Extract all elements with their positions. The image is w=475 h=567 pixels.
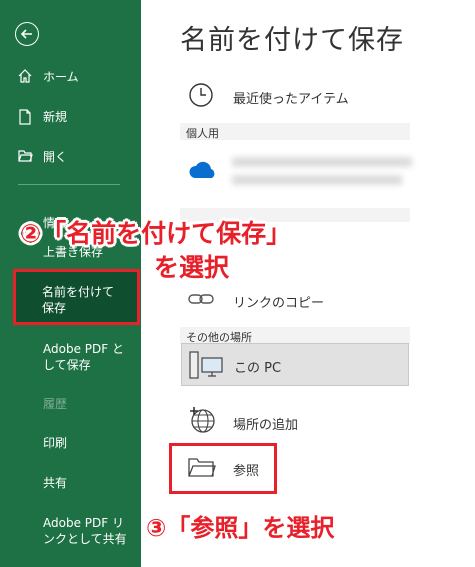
sidebar-divider	[18, 184, 120, 185]
location-onedrive[interactable]	[180, 155, 412, 190]
annotation-step2-line2: を選択	[154, 253, 230, 282]
sidebar-item-label: 開く	[43, 150, 68, 164]
location-label: この PC	[234, 361, 282, 376]
sidebar-item-label: 履歴	[43, 397, 68, 411]
clock-icon	[188, 82, 214, 112]
location-this-pc[interactable]: この PC	[181, 343, 409, 386]
computer-icon	[189, 350, 225, 384]
globe-add-icon	[188, 406, 216, 438]
annotation-step2-line1: ②「名前を付けて保存」	[20, 219, 292, 248]
home-icon	[18, 69, 32, 86]
open-folder-icon	[18, 149, 33, 166]
back-arrow-icon[interactable]	[15, 22, 39, 46]
annotation-step3: ③「参照」を選択	[146, 514, 335, 542]
location-label: 場所の追加	[233, 418, 299, 433]
section-header-personal: 個人用	[180, 123, 410, 140]
blurred-account-email	[232, 175, 402, 185]
sidebar-item-label: Adobe PDF リンクとして共有	[43, 516, 127, 546]
onedrive-cloud-icon	[188, 161, 218, 183]
section-header-other: その他の場所	[180, 327, 410, 344]
section-header-label: 個人用	[186, 127, 219, 140]
sidebar-item-label: 新規	[43, 110, 68, 124]
sidebar-item-label: Adobe PDF として保存	[43, 342, 124, 372]
location-label: 最近使ったアイテム	[233, 92, 349, 107]
highlight-box-save-as	[13, 269, 140, 325]
link-icon	[188, 291, 214, 311]
location-label: リンクのコピー	[233, 296, 325, 311]
highlight-box-browse	[169, 443, 277, 494]
location-link-copy[interactable]: リンクのコピー	[180, 288, 410, 312]
location-add-place[interactable]: 場所の追加	[180, 406, 410, 436]
page-title: 名前を付けて保存	[180, 25, 404, 56]
sidebar-item-label: 共有	[43, 476, 68, 490]
sidebar-item-label: 印刷	[43, 436, 68, 450]
location-recent[interactable]: 最近使ったアイテム	[180, 82, 410, 112]
blurred-account-name	[232, 157, 412, 167]
sidebar-item-label: ホーム	[43, 70, 79, 84]
new-document-icon	[18, 109, 32, 128]
